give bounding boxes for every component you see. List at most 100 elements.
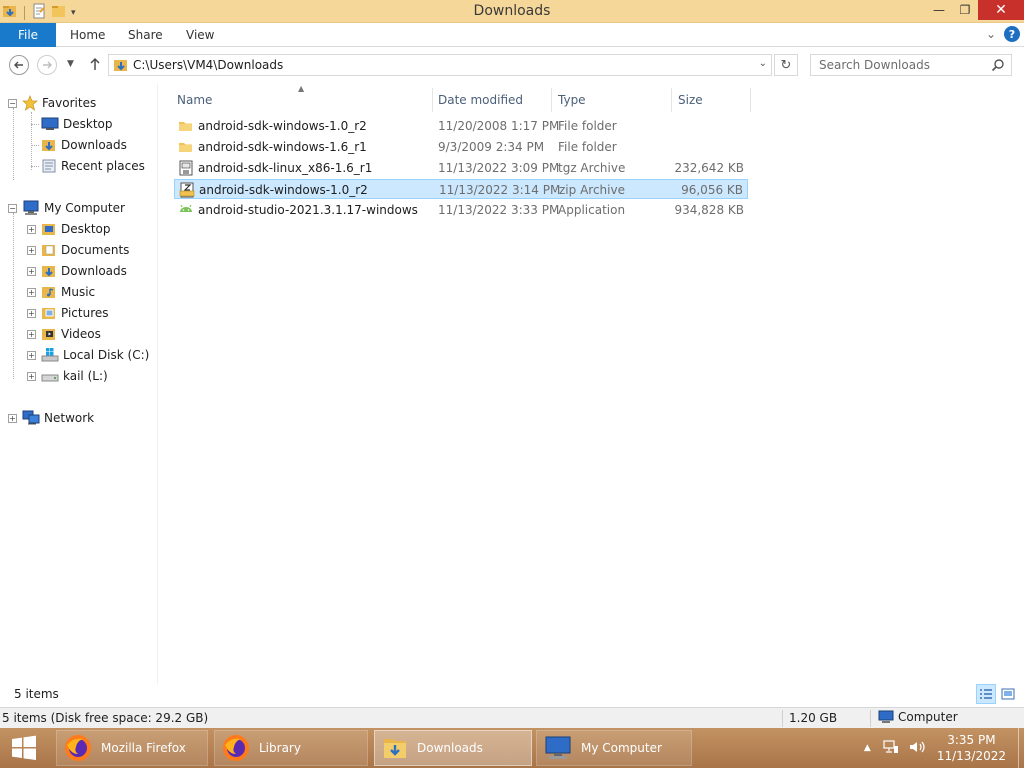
expand-documents-toggle[interactable]: + bbox=[27, 246, 36, 255]
large-icons-view-button[interactable] bbox=[998, 684, 1018, 704]
expand-pictures-toggle[interactable]: + bbox=[27, 309, 36, 318]
taskbar-item-downloads[interactable]: Downloads bbox=[374, 730, 532, 766]
help-icon[interactable]: ? bbox=[1004, 26, 1020, 42]
clock[interactable]: 3:35 PM 11/13/2022 bbox=[937, 732, 1006, 764]
taskbar-item-library[interactable]: Library bbox=[214, 730, 368, 766]
expand-desktop-toggle[interactable]: + bbox=[27, 225, 36, 234]
column-header-size[interactable]: Size bbox=[678, 88, 703, 112]
show-hidden-icons-button[interactable]: ▲ bbox=[864, 743, 871, 753]
search-box[interactable] bbox=[810, 54, 1012, 76]
back-button[interactable] bbox=[9, 55, 29, 75]
tab-file[interactable]: File bbox=[0, 23, 56, 47]
zip-icon bbox=[179, 182, 195, 201]
favorites-collapse-toggle[interactable]: − bbox=[8, 99, 17, 108]
folder-icon bbox=[178, 118, 194, 137]
minimize-button[interactable]: — bbox=[926, 0, 952, 20]
nav-favorites-recent-places[interactable]: Recent places bbox=[41, 156, 145, 176]
downloads-folder-icon bbox=[113, 57, 129, 76]
up-button[interactable] bbox=[88, 56, 102, 75]
taskbar: Mozilla Firefox Library Downloads My Com… bbox=[0, 728, 1024, 768]
nav-network-label: Network bbox=[44, 411, 95, 425]
column-header-date-modified[interactable]: Date modified bbox=[438, 88, 523, 112]
column-separator[interactable] bbox=[750, 88, 751, 112]
expand-ribbon-icon[interactable]: ⌄ bbox=[986, 27, 996, 41]
show-desktop-button[interactable] bbox=[1018, 728, 1024, 768]
nav-favorites-downloads-label: Downloads bbox=[61, 138, 127, 152]
folder-icon bbox=[384, 739, 406, 758]
nav-computer-desktop[interactable]: Desktop bbox=[41, 219, 111, 239]
search-icon[interactable] bbox=[991, 58, 1005, 75]
taskbar-item-downloads-label: Downloads bbox=[417, 741, 483, 755]
window-title: Downloads bbox=[473, 3, 551, 19]
expand-kail-drive-toggle[interactable]: + bbox=[27, 372, 36, 381]
nav-computer-videos[interactable]: Videos bbox=[41, 324, 101, 344]
file-name: android-sdk-linux_x86-1.6_r1 bbox=[198, 161, 373, 175]
details-view-button[interactable] bbox=[976, 684, 996, 704]
tab-home[interactable]: Home bbox=[70, 23, 105, 47]
file-row[interactable]: android-sdk-linux_x86-1.6_r1 11/13/2022 … bbox=[174, 158, 748, 178]
address-bar[interactable]: C:\Users\VM4\Downloads ⌄ bbox=[108, 54, 772, 76]
file-row[interactable]: android-sdk-windows-1.0_r2 11/20/2008 1:… bbox=[174, 116, 748, 136]
close-button[interactable]: ✕ bbox=[978, 0, 1024, 20]
downloads-folder-icon bbox=[42, 266, 55, 277]
nav-computer-pictures[interactable]: Pictures bbox=[41, 303, 109, 323]
file-size: 934,828 KB bbox=[674, 203, 744, 217]
expand-videos-toggle[interactable]: + bbox=[27, 330, 36, 339]
forward-button[interactable] bbox=[37, 55, 57, 75]
item-count: 5 items bbox=[14, 687, 59, 701]
network-tray-icon[interactable] bbox=[883, 739, 899, 757]
nav-favorites[interactable]: Favorites bbox=[22, 93, 96, 113]
folder-icon bbox=[178, 139, 194, 158]
music-folder-icon bbox=[42, 287, 55, 298]
refresh-button[interactable]: ↻ bbox=[774, 54, 798, 76]
computer-collapse-toggle[interactable]: − bbox=[8, 204, 17, 213]
ribbon-tabs: File Home Share View ⌄ ? bbox=[0, 23, 1024, 47]
expand-downloads-toggle[interactable]: + bbox=[27, 267, 36, 276]
expand-music-toggle[interactable]: + bbox=[27, 288, 36, 297]
nav-favorites-recent-places-label: Recent places bbox=[61, 159, 145, 173]
file-date-modified: 11/13/2022 3:09 PM bbox=[438, 161, 560, 175]
nav-my-computer[interactable]: My Computer bbox=[22, 198, 125, 218]
recent-locations-icon[interactable]: ▼ bbox=[67, 59, 74, 69]
file-row[interactable]: android-sdk-windows-1.6_r1 9/3/2009 2:34… bbox=[174, 137, 748, 157]
search-input[interactable] bbox=[819, 58, 983, 72]
volume-icon[interactable] bbox=[909, 740, 927, 757]
tab-share[interactable]: Share bbox=[128, 23, 163, 47]
taskbar-item-firefox[interactable]: Mozilla Firefox bbox=[56, 730, 208, 766]
file-name: android-sdk-windows-1.0_r2 bbox=[199, 183, 368, 197]
tab-view[interactable]: View bbox=[186, 23, 214, 47]
column-separator[interactable] bbox=[671, 88, 672, 112]
nav-computer-local-disk[interactable]: Local Disk (C:) bbox=[41, 345, 149, 365]
clock-date: 11/13/2022 bbox=[936, 749, 1006, 763]
taskbar-item-my-computer[interactable]: My Computer bbox=[536, 730, 692, 766]
view-toggle-buttons bbox=[976, 684, 1018, 704]
expand-local-disk-toggle[interactable]: + bbox=[27, 351, 36, 360]
column-header-type[interactable]: Type bbox=[558, 88, 586, 112]
nav-computer-documents[interactable]: Documents bbox=[41, 240, 129, 260]
nav-computer-music[interactable]: Music bbox=[41, 282, 95, 302]
file-row[interactable]: android-studio-2021.3.1.17-windows 11/13… bbox=[174, 200, 748, 220]
taskbar-item-firefox-label: Mozilla Firefox bbox=[101, 741, 186, 755]
column-separator[interactable] bbox=[432, 88, 433, 112]
nav-computer-music-label: Music bbox=[61, 285, 96, 299]
nav-computer-downloads[interactable]: Downloads bbox=[41, 261, 127, 281]
file-name: android-studio-2021.3.1.17-windows bbox=[198, 203, 418, 217]
nav-computer-kail-drive[interactable]: kail (L:) bbox=[41, 366, 108, 386]
status-divider bbox=[870, 710, 871, 727]
title-bar: ▾ Downloads — ❐ ✕ bbox=[0, 0, 1024, 23]
network-expand-toggle[interactable]: + bbox=[8, 414, 17, 423]
column-header-name[interactable]: Name bbox=[177, 88, 212, 112]
nav-favorites-downloads[interactable]: Downloads bbox=[41, 135, 127, 155]
maximize-button[interactable]: ❐ bbox=[952, 0, 978, 20]
nav-computer-documents-label: Documents bbox=[61, 243, 130, 257]
start-button[interactable] bbox=[0, 728, 48, 768]
file-row-selected[interactable]: android-sdk-windows-1.0_r2 11/13/2022 3:… bbox=[174, 179, 748, 199]
nav-network[interactable]: Network bbox=[22, 408, 94, 428]
nav-favorites-desktop[interactable]: Desktop bbox=[41, 114, 113, 134]
taskbar-item-my-computer-label: My Computer bbox=[581, 741, 662, 755]
nav-computer-local-disk-label: Local Disk (C:) bbox=[63, 348, 150, 362]
file-date-modified: 11/13/2022 3:33 PM bbox=[438, 203, 560, 217]
column-separator[interactable] bbox=[551, 88, 552, 112]
file-date-modified: 11/20/2008 1:17 PM bbox=[438, 119, 560, 133]
address-dropdown-icon[interactable]: ⌄ bbox=[759, 58, 767, 69]
